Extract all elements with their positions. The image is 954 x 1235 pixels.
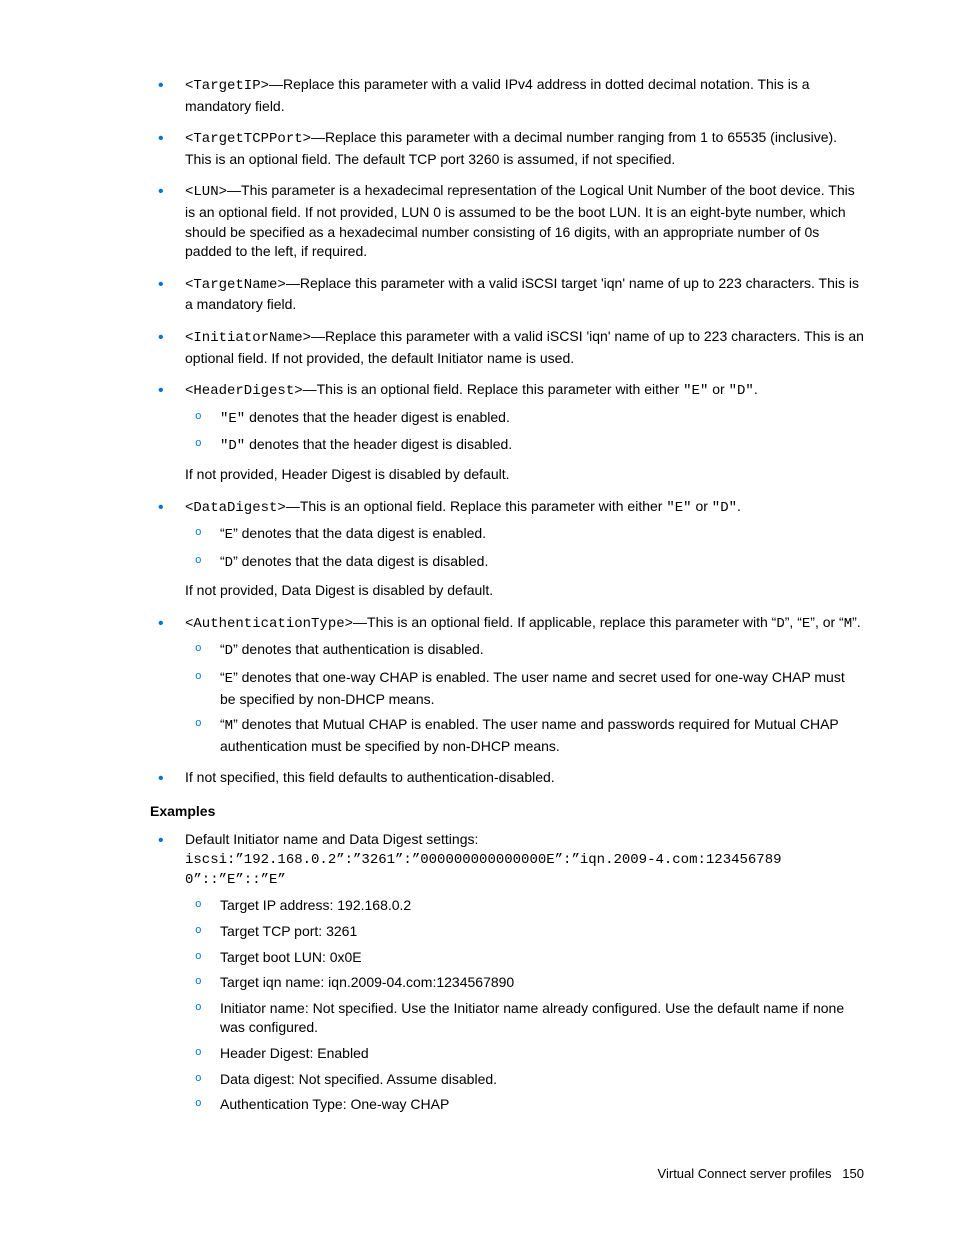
text: . <box>737 498 741 514</box>
sub-item: Data digest: Not specified. Assume disab… <box>185 1070 864 1090</box>
code: D <box>225 555 233 571</box>
param-code: <AuthenticationType> <box>185 616 353 632</box>
example-intro: Default Initiator name and Data Digest s… <box>185 831 478 847</box>
code-e: "E" <box>666 500 691 516</box>
main-list: <TargetIP>—Replace this parameter with a… <box>150 75 864 788</box>
list-item: <TargetTCPPort>—Replace this parameter w… <box>150 128 864 169</box>
example-item: Default Initiator name and Data Digest s… <box>150 830 864 1115</box>
sub-item: "E" denotes that the header digest is en… <box>185 408 864 430</box>
list-item-auth: <AuthenticationType>—This is an optional… <box>150 613 864 757</box>
list-item: If not specified, this field defaults to… <box>150 768 864 788</box>
sub-item: Initiator name: Not specified. Use the I… <box>185 999 864 1038</box>
text: ” denotes that authentication is disable… <box>233 641 484 657</box>
sub-item: Target TCP port: 3261 <box>185 922 864 942</box>
text: or <box>692 498 712 514</box>
text: ”, or “ <box>810 614 843 630</box>
footer-text: Virtual Connect server profiles <box>658 1166 832 1181</box>
code: E <box>225 527 233 543</box>
param-code: <HeaderDigest> <box>185 383 303 399</box>
param-code: <LUN> <box>185 184 227 200</box>
text: Target boot LUN: 0x0E <box>220 949 362 965</box>
code: D <box>776 616 784 632</box>
sub-item: “D” denotes that authentication is disab… <box>185 640 864 662</box>
sub-list: “E” denotes that the data digest is enab… <box>185 524 864 573</box>
param-code: <TargetTCPPort> <box>185 131 311 147</box>
text: . <box>754 381 758 397</box>
code: M <box>225 718 233 734</box>
text: ” denotes that Mutual CHAP is enabled. T… <box>220 716 839 754</box>
sub-item: “M” denotes that Mutual CHAP is enabled.… <box>185 715 864 756</box>
list-item: <LUN>—This parameter is a hexadecimal re… <box>150 181 864 261</box>
list-item: <InitiatorName>—Replace this parameter w… <box>150 327 864 368</box>
page-footer: Virtual Connect server profiles 150 <box>150 1165 864 1183</box>
list-item-headerdigest: <HeaderDigest>—This is an optional field… <box>150 380 864 484</box>
text: ” denotes that one-way CHAP is enabled. … <box>220 669 845 707</box>
after-text: If not provided, Header Digest is disabl… <box>185 465 864 485</box>
text: or <box>708 381 728 397</box>
text: ”, “ <box>785 614 802 630</box>
code: "D" <box>220 438 245 454</box>
text: Authentication Type: One-way CHAP <box>220 1096 449 1112</box>
text: —This is an optional field. Replace this… <box>303 381 684 397</box>
examples-heading: Examples <box>150 802 864 822</box>
code: "E" <box>220 411 245 427</box>
list-item: <TargetIP>—Replace this parameter with a… <box>150 75 864 116</box>
code: M <box>844 616 852 632</box>
example-sub-list: Target IP address: 192.168.0.2 Target TC… <box>185 896 864 1114</box>
param-code: <TargetName> <box>185 277 286 293</box>
sub-list: “D” denotes that authentication is disab… <box>185 640 864 756</box>
code-e: "E" <box>683 383 708 399</box>
page-number: 150 <box>842 1166 864 1181</box>
text: —This is an optional field. Replace this… <box>286 498 667 514</box>
code-d: "D" <box>729 383 754 399</box>
text: Target IP address: 192.168.0.2 <box>220 897 411 913</box>
code: D <box>225 643 233 659</box>
sub-item: Target IP address: 192.168.0.2 <box>185 896 864 916</box>
param-text: —Replace this parameter with a valid iSC… <box>185 275 859 313</box>
text: —This is an optional field. If applicabl… <box>353 614 776 630</box>
text: Initiator name: Not specified. Use the I… <box>220 1000 844 1036</box>
sub-item: Target iqn name: iqn.2009-04.com:1234567… <box>185 973 864 993</box>
param-code: <InitiatorName> <box>185 330 311 346</box>
sub-item: “D” denotes that the data digest is disa… <box>185 552 864 574</box>
text: denotes that the header digest is disabl… <box>245 436 512 452</box>
after-text: If not provided, Data Digest is disabled… <box>185 581 864 601</box>
sub-item: Header Digest: Enabled <box>185 1044 864 1064</box>
text: Data digest: Not specified. Assume disab… <box>220 1071 497 1087</box>
code: E <box>225 671 233 687</box>
example-code: iscsi:”192.168.0.2”:”3261”:”000000000000… <box>185 851 864 890</box>
text: Header Digest: Enabled <box>220 1045 369 1061</box>
text: If not specified, this field defaults to… <box>185 769 555 785</box>
sub-item: "D" denotes that the header digest is di… <box>185 435 864 457</box>
sub-item: “E” denotes that one-way CHAP is enabled… <box>185 668 864 709</box>
sub-item: Target boot LUN: 0x0E <box>185 948 864 968</box>
text: Target iqn name: iqn.2009-04.com:1234567… <box>220 974 514 990</box>
list-item: <TargetName>—Replace this parameter with… <box>150 274 864 315</box>
list-item-datadigest: <DataDigest>—This is an optional field. … <box>150 497 864 601</box>
param-text: —This parameter is a hexadecimal represe… <box>185 182 855 259</box>
text: Target TCP port: 3261 <box>220 923 357 939</box>
text: ” denotes that the data digest is disabl… <box>233 553 488 569</box>
sub-item: Authentication Type: One-way CHAP <box>185 1095 864 1115</box>
code-d: "D" <box>712 500 737 516</box>
param-code: <TargetIP> <box>185 78 269 94</box>
text: denotes that the header digest is enable… <box>245 409 510 425</box>
sub-item: “E” denotes that the data digest is enab… <box>185 524 864 546</box>
examples-list: Default Initiator name and Data Digest s… <box>150 830 864 1115</box>
sub-list: "E" denotes that the header digest is en… <box>185 408 864 457</box>
param-text: —Replace this parameter with a valid IPv… <box>185 76 810 114</box>
param-code: <DataDigest> <box>185 500 286 516</box>
text: ” denotes that the data digest is enable… <box>233 525 486 541</box>
text: ”. <box>852 614 861 630</box>
